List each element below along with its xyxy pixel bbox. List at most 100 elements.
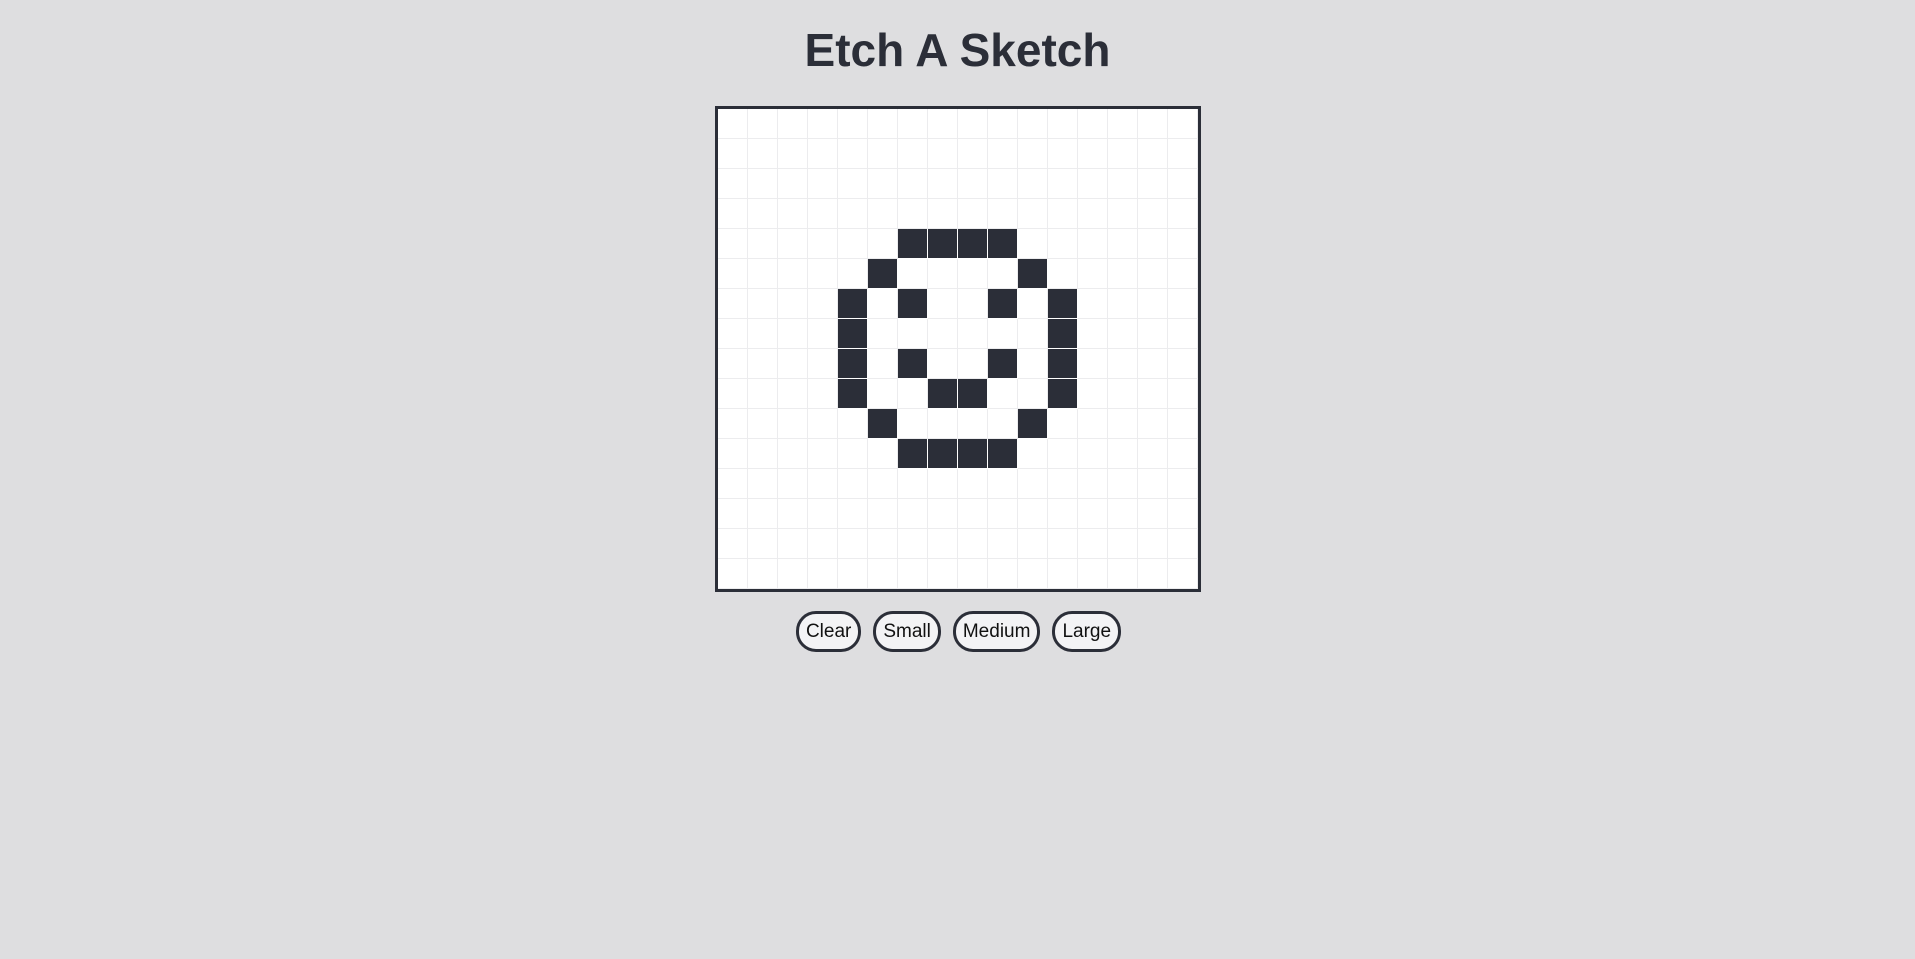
grid-cell[interactable] (778, 529, 808, 559)
grid-cell[interactable] (1138, 499, 1168, 529)
grid-cell[interactable] (718, 139, 748, 169)
grid-cell[interactable] (838, 529, 868, 559)
grid-cell[interactable] (898, 379, 928, 409)
grid-cell-filled[interactable] (928, 439, 958, 469)
grid-cell[interactable] (1078, 259, 1108, 289)
grid-cell[interactable] (778, 559, 808, 589)
grid-cell[interactable] (958, 139, 988, 169)
grid-cell[interactable] (1168, 289, 1198, 319)
grid-cell[interactable] (808, 559, 838, 589)
grid-cell-filled[interactable] (988, 289, 1018, 319)
grid-cell[interactable] (838, 559, 868, 589)
grid-cell[interactable] (1078, 529, 1108, 559)
grid-cell[interactable] (1048, 469, 1078, 499)
grid-cell[interactable] (898, 259, 928, 289)
grid-cell[interactable] (1108, 319, 1138, 349)
grid-cell[interactable] (868, 199, 898, 229)
grid-cell[interactable] (1078, 349, 1108, 379)
grid-cell[interactable] (988, 499, 1018, 529)
grid-cell[interactable] (1108, 529, 1138, 559)
grid-cell[interactable] (868, 499, 898, 529)
grid-cell[interactable] (748, 229, 778, 259)
grid-cell[interactable] (898, 529, 928, 559)
grid-cell[interactable] (958, 349, 988, 379)
grid-cell[interactable] (988, 319, 1018, 349)
grid-cell[interactable] (1018, 319, 1048, 349)
grid-cell[interactable] (1108, 379, 1138, 409)
grid-cell[interactable] (1138, 109, 1168, 139)
grid-cell[interactable] (718, 109, 748, 139)
grid-cell[interactable] (1108, 499, 1138, 529)
grid-cell[interactable] (1108, 439, 1138, 469)
grid-cell[interactable] (868, 319, 898, 349)
grid-cell[interactable] (778, 469, 808, 499)
grid-cell[interactable] (808, 289, 838, 319)
grid-cell[interactable] (1048, 109, 1078, 139)
grid-cell[interactable] (1078, 199, 1108, 229)
grid-cell[interactable] (838, 439, 868, 469)
grid-cell[interactable] (898, 139, 928, 169)
grid-cell[interactable] (748, 469, 778, 499)
grid-cell[interactable] (748, 199, 778, 229)
grid-cell[interactable] (868, 289, 898, 319)
grid-cell[interactable] (1138, 139, 1168, 169)
grid-cell[interactable] (838, 109, 868, 139)
grid-cell[interactable] (898, 409, 928, 439)
grid-cell-filled[interactable] (838, 379, 868, 409)
grid-cell[interactable] (808, 199, 838, 229)
grid-cell[interactable] (778, 199, 808, 229)
grid-cell[interactable] (718, 379, 748, 409)
grid-cell[interactable] (958, 169, 988, 199)
grid-cell[interactable] (1018, 229, 1048, 259)
grid-cell[interactable] (898, 469, 928, 499)
grid-cell[interactable] (1138, 199, 1168, 229)
grid-cell[interactable] (868, 109, 898, 139)
grid-cell[interactable] (778, 109, 808, 139)
grid-cell[interactable] (808, 469, 838, 499)
grid-cell[interactable] (718, 199, 748, 229)
grid-cell[interactable] (1168, 319, 1198, 349)
grid-cell[interactable] (838, 409, 868, 439)
grid-cell[interactable] (928, 169, 958, 199)
grid-cell[interactable] (748, 409, 778, 439)
grid-cell-filled[interactable] (1048, 289, 1078, 319)
grid-cell[interactable] (718, 169, 748, 199)
grid-cell[interactable] (1078, 559, 1108, 589)
grid-cell[interactable] (778, 349, 808, 379)
grid-cell[interactable] (1168, 469, 1198, 499)
grid-cell[interactable] (808, 109, 838, 139)
grid-cell[interactable] (958, 199, 988, 229)
grid-cell[interactable] (928, 559, 958, 589)
grid-cell-filled[interactable] (1018, 259, 1048, 289)
grid-cell[interactable] (1018, 499, 1048, 529)
grid-cell[interactable] (958, 289, 988, 319)
grid-cell[interactable] (1108, 259, 1138, 289)
grid-cell[interactable] (718, 409, 748, 439)
grid-cell[interactable] (1108, 109, 1138, 139)
grid-cell[interactable] (1168, 259, 1198, 289)
grid-cell[interactable] (718, 289, 748, 319)
grid-cell[interactable] (928, 139, 958, 169)
grid-cell[interactable] (958, 529, 988, 559)
grid-cell[interactable] (1138, 559, 1168, 589)
grid-cell-filled[interactable] (898, 439, 928, 469)
grid-cell[interactable] (718, 349, 748, 379)
grid-cell[interactable] (778, 259, 808, 289)
grid-cell-filled[interactable] (898, 229, 928, 259)
grid-cell[interactable] (778, 289, 808, 319)
grid-cell-filled[interactable] (988, 439, 1018, 469)
grid-cell[interactable] (778, 379, 808, 409)
grid-cell[interactable] (748, 319, 778, 349)
grid-cell[interactable] (718, 229, 748, 259)
grid-cell[interactable] (958, 409, 988, 439)
grid-cell-filled[interactable] (868, 259, 898, 289)
grid-cell[interactable] (718, 559, 748, 589)
grid-cell-filled[interactable] (958, 379, 988, 409)
grid-cell[interactable] (988, 529, 1018, 559)
grid-cell[interactable] (1168, 109, 1198, 139)
grid-cell[interactable] (1168, 409, 1198, 439)
grid-cell[interactable] (1018, 289, 1048, 319)
grid-cell[interactable] (1108, 289, 1138, 319)
grid-cell[interactable] (1018, 169, 1048, 199)
clear-button[interactable]: Clear (795, 611, 862, 652)
